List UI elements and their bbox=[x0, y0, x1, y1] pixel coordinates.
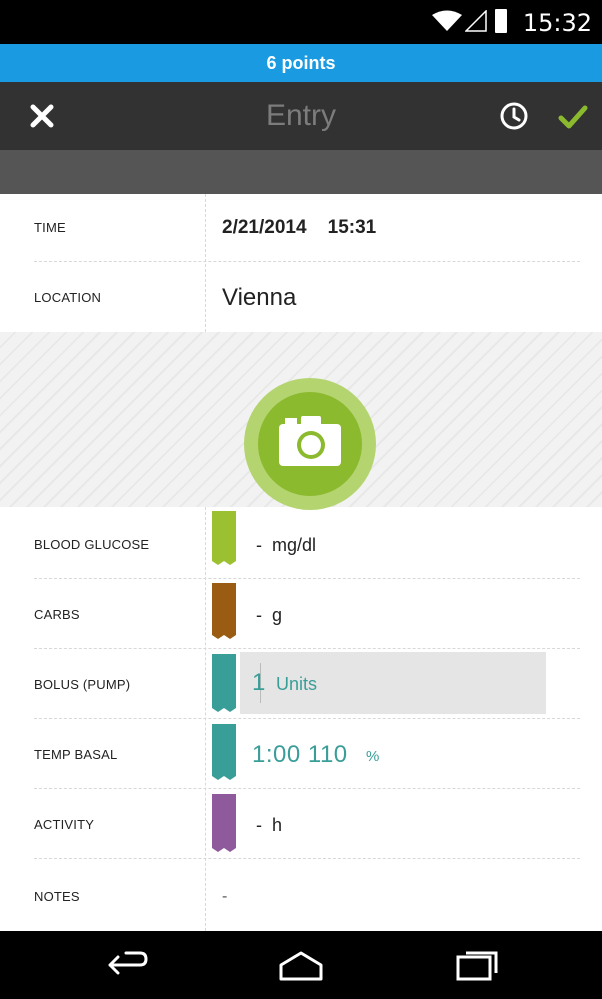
check-icon[interactable] bbox=[556, 100, 590, 134]
bolus-label: BOLUS (PUMP) bbox=[34, 677, 131, 692]
temp-basal-value[interactable]: 1:00 110 bbox=[252, 721, 348, 789]
clock-icon[interactable] bbox=[498, 100, 530, 132]
navigation-bar bbox=[0, 931, 602, 999]
points-banner: 6 points bbox=[0, 44, 602, 82]
temp-basal-percent: 110 bbox=[307, 741, 348, 768]
bolus-tag bbox=[212, 654, 236, 712]
status-bar: 15:32 bbox=[0, 0, 602, 44]
row-divider bbox=[34, 718, 580, 719]
wifi-icon bbox=[432, 10, 462, 31]
photo-area bbox=[0, 332, 602, 510]
back-icon[interactable] bbox=[104, 947, 152, 983]
row-divider bbox=[34, 578, 580, 579]
notes-row[interactable]: NOTES bbox=[0, 863, 602, 931]
row-divider bbox=[34, 858, 580, 859]
carbs-number: - bbox=[256, 605, 262, 625]
notes-label: NOTES bbox=[34, 889, 80, 904]
battery-icon bbox=[495, 9, 507, 33]
carbs-value[interactable]: - g bbox=[256, 581, 282, 649]
blood-glucose-row[interactable]: BLOOD GLUCOSE - mg/dl bbox=[0, 511, 602, 579]
recents-icon[interactable] bbox=[454, 947, 502, 983]
temp-basal-tag bbox=[212, 724, 236, 780]
activity-row[interactable]: ACTIVITY - h bbox=[0, 791, 602, 859]
camera-icon bbox=[279, 416, 341, 466]
temp-basal-duration: 1:00 bbox=[252, 741, 301, 768]
time-row[interactable]: TIME 2/21/2014 15:31 bbox=[0, 194, 602, 262]
clock-value: 15:31 bbox=[327, 217, 377, 238]
carbs-row[interactable]: CARBS - g bbox=[0, 581, 602, 649]
activity-number: - bbox=[256, 815, 262, 835]
time-value[interactable]: 2/21/2014 15:31 bbox=[222, 194, 376, 262]
bolus-value[interactable]: 1 bbox=[252, 652, 265, 714]
temp-basal-unit: % bbox=[366, 748, 380, 765]
header-divider-bar bbox=[0, 150, 602, 194]
carbs-label: CARBS bbox=[34, 607, 80, 622]
row-divider bbox=[34, 648, 580, 649]
blood-glucose-value[interactable]: - mg/dl bbox=[256, 511, 316, 579]
temp-basal-label: TEMP BASAL bbox=[34, 747, 118, 762]
location-row[interactable]: LOCATION Vienna bbox=[0, 264, 602, 332]
status-time: 15:32 bbox=[522, 9, 592, 37]
location-value[interactable]: Vienna bbox=[222, 264, 296, 332]
activity-label: ACTIVITY bbox=[34, 817, 95, 832]
activity-value[interactable]: - h bbox=[256, 791, 282, 859]
action-bar: Entry bbox=[0, 82, 602, 150]
activity-unit: h bbox=[272, 815, 283, 835]
time-label: TIME bbox=[34, 220, 66, 235]
bolus-unit: Units bbox=[276, 674, 318, 694]
blood-glucose-tag bbox=[212, 511, 236, 565]
carbs-tag bbox=[212, 583, 236, 639]
notes-value[interactable]: - bbox=[222, 863, 227, 931]
signal-icon bbox=[465, 10, 487, 32]
blood-glucose-number: - bbox=[256, 535, 262, 555]
location-label: LOCATION bbox=[34, 290, 102, 305]
blood-glucose-unit: mg/dl bbox=[272, 535, 317, 555]
date-value: 2/21/2014 bbox=[222, 217, 307, 238]
carbs-unit: g bbox=[272, 605, 283, 625]
blood-glucose-label: BLOOD GLUCOSE bbox=[34, 537, 150, 552]
row-divider bbox=[34, 261, 580, 262]
home-icon[interactable] bbox=[277, 947, 325, 983]
activity-tag bbox=[212, 794, 236, 852]
